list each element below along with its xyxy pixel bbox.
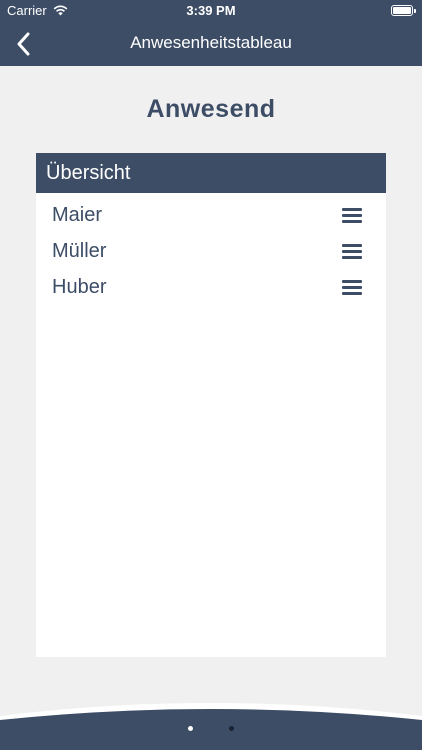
attendance-list: Maier Müller Huber [36, 193, 386, 305]
list-item[interactable]: Müller [36, 233, 386, 269]
status-bar: Carrier 3:39 PM [0, 0, 422, 22]
nav-title: Anwesenheitstableau [130, 33, 292, 52]
list-item[interactable]: Maier [36, 197, 386, 233]
drag-handle-icon[interactable] [342, 243, 362, 259]
status-time: 3:39 PM [186, 3, 236, 18]
attendance-panel: Übersicht Maier Müller Huber [36, 153, 386, 657]
list-item[interactable]: Huber [36, 269, 386, 305]
list-item-label: Maier [52, 203, 103, 226]
panel-header: Übersicht [36, 153, 386, 193]
navigation-bar: Anwesenheitstableau [0, 22, 422, 66]
page-dot[interactable] [229, 726, 234, 731]
page-dot[interactable] [188, 726, 193, 731]
drag-handle-icon[interactable] [342, 279, 362, 295]
page-dots [0, 726, 422, 731]
page-heading: Anwesend [146, 95, 276, 123]
bottom-wave-shape [0, 703, 422, 750]
list-item-label: Huber [52, 275, 107, 298]
drag-handle-icon[interactable] [342, 207, 362, 223]
list-item-label: Müller [52, 239, 107, 262]
page-indicator [0, 696, 422, 750]
battery-fill [393, 7, 411, 14]
battery-icon [391, 5, 416, 16]
